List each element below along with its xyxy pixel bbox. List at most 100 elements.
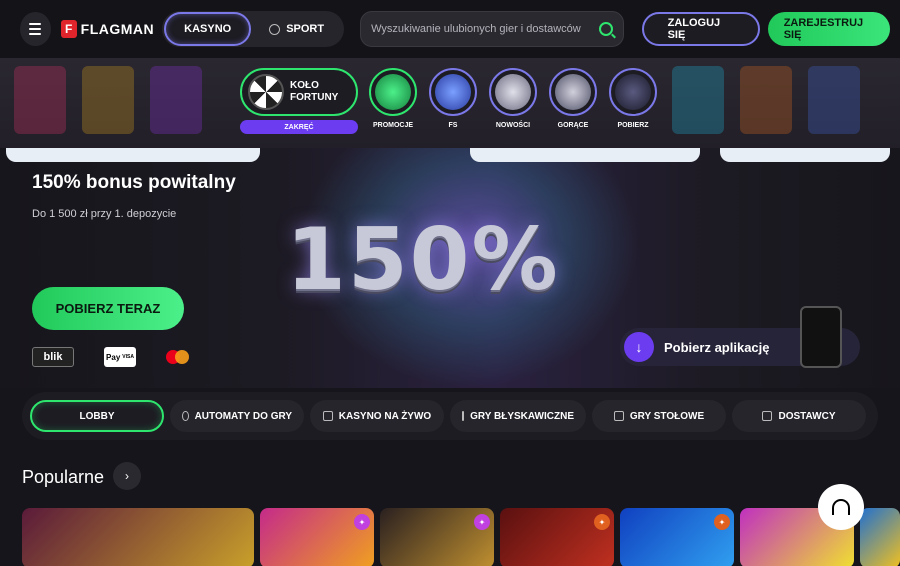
- hero-percentage: 150%: [286, 210, 560, 310]
- chart-icon: [462, 411, 465, 421]
- phone-icon: [615, 74, 651, 110]
- game-tile[interactable]: [22, 508, 254, 566]
- logo-text: FLAGMAN: [80, 21, 155, 37]
- apple-pay-logo: Pay VISA: [104, 347, 136, 367]
- promo-item-new[interactable]: NOWOŚCI: [488, 68, 538, 129]
- gift-badge-icon: ✦: [354, 514, 370, 530]
- tab-lobby-label: LOBBY: [79, 410, 115, 422]
- phone-image: [800, 306, 842, 368]
- tab-live-casino-label: KASYNO NA ŻYWO: [338, 410, 432, 422]
- download-app-label: Pobierz aplikację: [664, 339, 770, 355]
- promo-strip: KOŁO FORTUNY ZAKRĘĆ PROMOCJE FS NOWOŚCI …: [0, 58, 900, 148]
- visa-text: VISA: [122, 354, 134, 360]
- payment-methods: blik Pay VISA: [32, 347, 194, 367]
- promo-circle: [369, 68, 417, 116]
- promo-item-fs[interactable]: FS: [428, 68, 478, 129]
- bg-thumbnail: [672, 66, 724, 134]
- search-placeholder: Wyszukiwanie ulubionych gier i dostawców: [371, 23, 581, 35]
- bg-thumbnail: [740, 66, 792, 134]
- gift-badge-icon: ✦: [474, 514, 490, 530]
- bg-thumbnail: [150, 66, 202, 134]
- support-chat-button[interactable]: [818, 484, 864, 530]
- tab-live-casino[interactable]: KASYNO NA ŻYWO: [310, 400, 444, 432]
- fortune-wheel-card[interactable]: KOŁO FORTUNY: [240, 68, 358, 116]
- promo-circle: [609, 68, 657, 116]
- ball-icon: [269, 23, 281, 35]
- trophy-badge-icon: ✦: [594, 514, 610, 530]
- tab-lobby[interactable]: LOBBY: [30, 400, 164, 432]
- game-tile[interactable]: [860, 508, 900, 566]
- casino-page: F FLAGMAN KASYNO SPORT Wyszukiwanie ulub…: [0, 0, 900, 566]
- promo-item-promotions[interactable]: PROMOCJE: [368, 68, 418, 129]
- snow-decoration: [6, 148, 260, 162]
- menu-line: [29, 23, 42, 25]
- promo-label: NOWOŚCI: [495, 122, 531, 129]
- search-icon[interactable]: [598, 22, 613, 36]
- promo-items: KOŁO FORTUNY ZAKRĘĆ PROMOCJE FS NOWOŚCI …: [240, 68, 658, 134]
- popular-games-row: ✦ ✦ ✦ ✦: [22, 508, 900, 566]
- grid-icon: [762, 411, 773, 421]
- promo-circle: [429, 68, 477, 116]
- site-logo[interactable]: F FLAGMAN: [60, 20, 155, 38]
- apple-pay-text: Pay: [106, 352, 121, 362]
- dice-icon: [613, 411, 624, 421]
- gift-icon: [375, 74, 411, 110]
- promo-label: PROMOCJE: [372, 122, 414, 129]
- promo-label: GORĄCE: [557, 122, 589, 129]
- game-tile[interactable]: ✦: [380, 508, 494, 566]
- download-icon: ↓: [624, 332, 654, 362]
- promo-circle: [549, 68, 597, 116]
- product-tabs: KASYNO SPORT: [162, 11, 345, 47]
- live-icon: [322, 411, 333, 421]
- headset-icon: [832, 499, 850, 515]
- game-tile[interactable]: ✦: [260, 508, 374, 566]
- hero-banner: 150% bonus powitalny Do 1 500 zł przy 1.…: [0, 148, 900, 388]
- logo-icon: F: [60, 20, 77, 38]
- wheel-icon: [248, 74, 284, 110]
- hamburger-menu-button[interactable]: [20, 12, 51, 46]
- register-button[interactable]: ZAREJESTRUJ SIĘ: [767, 12, 891, 46]
- tab-sport[interactable]: SPORT: [251, 12, 342, 46]
- tab-providers[interactable]: DOSTAWCY: [732, 400, 866, 432]
- promo-circle: [489, 68, 537, 116]
- game-tile[interactable]: ✦: [500, 508, 614, 566]
- game-tile[interactable]: ✦: [620, 508, 734, 566]
- promo-label: FS: [448, 122, 458, 129]
- fortune-wheel-label-line2: FORTUNY: [290, 92, 339, 103]
- trophy-badge-icon: ✦: [714, 514, 730, 530]
- tab-providers-label: DOSTAWCY: [778, 410, 836, 422]
- tab-slots[interactable]: AUTOMATY DO GRY: [170, 400, 304, 432]
- bg-thumbnail: [808, 66, 860, 134]
- hero-subtitle: Do 1 500 zł przy 1. depozycie: [32, 208, 177, 220]
- blik-logo: blik: [32, 347, 74, 367]
- tab-casino-label: KASYNO: [184, 23, 232, 35]
- promo-label: POBIERZ: [617, 122, 649, 129]
- popular-title: Popularne: [22, 467, 105, 487]
- fortune-wheel-item[interactable]: KOŁO FORTUNY ZAKRĘĆ: [240, 68, 358, 134]
- tab-table-games[interactable]: GRY STOŁOWE: [592, 400, 726, 432]
- search-input[interactable]: Wyszukiwanie ulubionych gier i dostawców: [360, 11, 624, 47]
- goggles-icon: [435, 74, 471, 110]
- fortune-wheel-label: KOŁO FORTUNY: [290, 80, 338, 104]
- top-header: F FLAGMAN KASYNO SPORT Wyszukiwanie ulub…: [0, 0, 900, 58]
- promo-item-download[interactable]: POBIERZ: [608, 68, 658, 129]
- tab-instant-games[interactable]: GRY BŁYSKAWICZNE: [450, 400, 586, 432]
- fortune-wheel-label-line1: KOŁO: [290, 80, 319, 91]
- category-tabs: LOBBY AUTOMATY DO GRY KASYNO NA ŻYWO GRY…: [22, 392, 878, 440]
- snow-decoration: [720, 148, 890, 162]
- snow-decoration: [470, 148, 700, 162]
- hero-title: 150% bonus powitalny: [32, 172, 236, 193]
- download-now-button[interactable]: POBIERZ TERAZ: [32, 287, 184, 330]
- tab-casino[interactable]: KASYNO: [164, 12, 252, 46]
- popular-more-button[interactable]: ›: [113, 462, 141, 490]
- tab-sport-label: SPORT: [286, 23, 325, 35]
- slot-icon: [182, 411, 189, 421]
- menu-line: [29, 28, 42, 30]
- gamepad-icon: [495, 74, 531, 110]
- mastercard-logo: [166, 348, 194, 366]
- spin-button[interactable]: ZAKRĘĆ: [240, 120, 358, 134]
- bg-thumbnail: [14, 66, 66, 134]
- rocket-icon: [555, 74, 591, 110]
- login-button[interactable]: ZALOGUJ SIĘ: [641, 12, 760, 46]
- promo-item-hot[interactable]: GORĄCE: [548, 68, 598, 129]
